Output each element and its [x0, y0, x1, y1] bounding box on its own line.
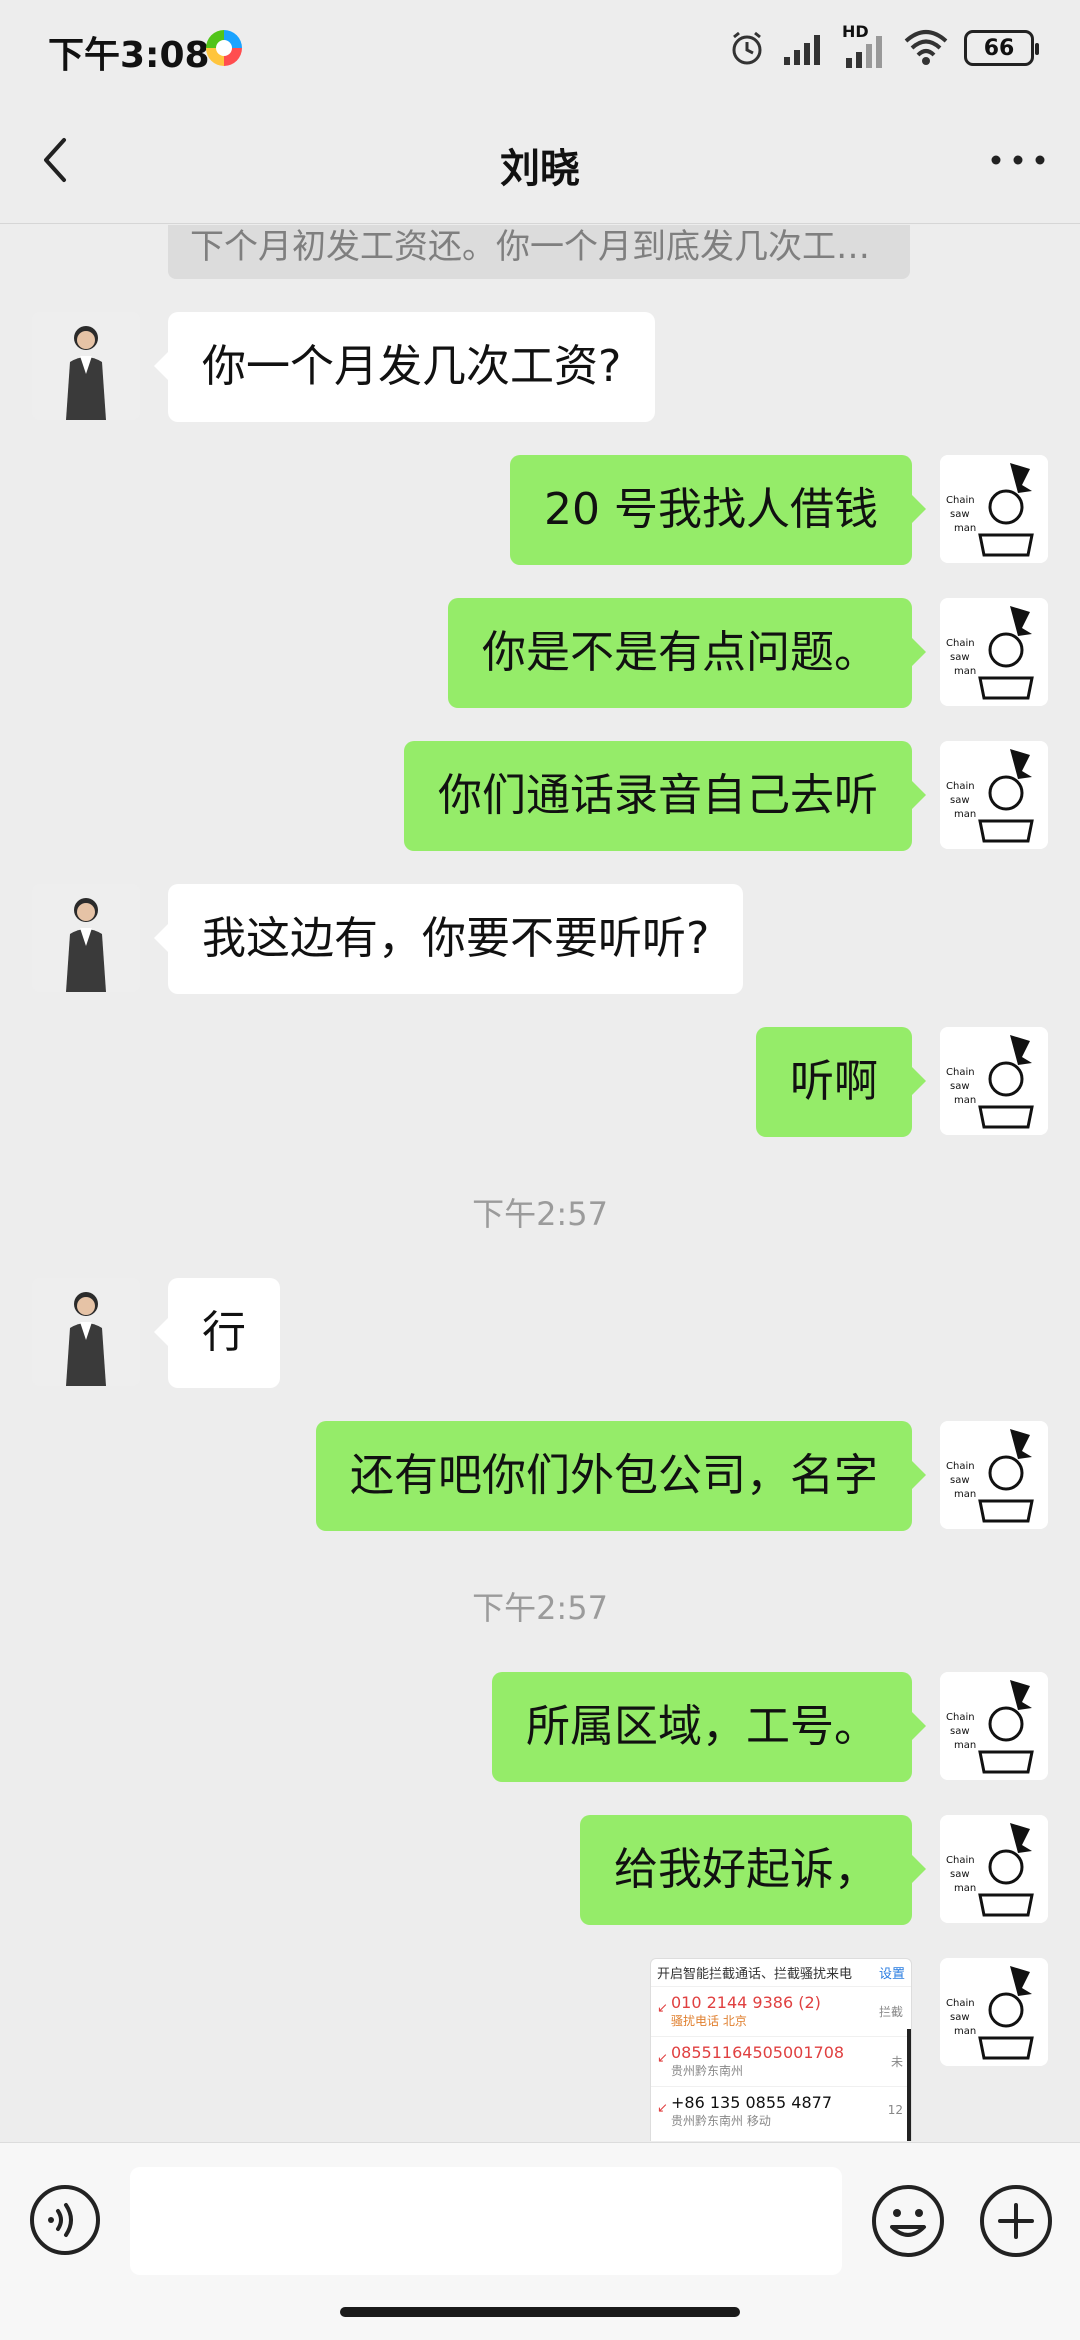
message-bubble[interactable]: 行: [154, 1278, 280, 1388]
call-number: +86 135 0855 4877: [671, 2093, 832, 2112]
svg-text:saw: saw: [950, 795, 970, 806]
signal-hd: HD: [842, 22, 888, 70]
svg-text:man: man: [954, 2026, 976, 2037]
contact-avatar[interactable]: [32, 312, 140, 420]
svg-text:man: man: [954, 666, 976, 677]
my-avatar[interactable]: Chain saw man: [940, 1421, 1048, 1529]
message-row: Chain saw man 所属区域，工号。: [0, 1672, 1080, 1782]
call-number: 010 2144 9386 (2): [671, 1993, 821, 2012]
my-avatar[interactable]: Chain saw man: [940, 455, 1048, 563]
call-location: 骚扰电话 北京: [671, 2014, 747, 2028]
battery-level: 66: [983, 35, 1015, 61]
chat-area[interactable]: 下个月初发工资还。你一个月到底发几次工资？ 你一个月发几次工资? Chain sa…: [0, 225, 1080, 2141]
message-input[interactable]: [130, 2167, 842, 2275]
image-message-row: Chain saw man 开启智能拦截通话、拦截骚扰来电 设置 ↙ 010 214…: [0, 1958, 1080, 2141]
missed-call-icon: ↙: [657, 2101, 668, 2116]
timestamp: 下午2:57: [472, 1589, 608, 1627]
svg-text:man: man: [954, 1095, 976, 1106]
svg-text:saw: saw: [950, 1475, 970, 1486]
svg-text:man: man: [954, 809, 976, 820]
message-row: Chain saw man 听啊: [0, 1027, 1080, 1137]
message-bubble[interactable]: 我这边有，你要不要听听?: [153, 884, 744, 994]
svg-text:saw: saw: [950, 1726, 970, 1737]
message-row: 我这边有，你要不要听听?: [0, 884, 1080, 994]
signal-icon: [784, 35, 820, 65]
call-log-row: ↙ 010 2144 9386 (2) 骚扰电话 北京 拦截: [651, 1986, 911, 2036]
svg-text:man: man: [954, 1740, 976, 1751]
contact-avatar[interactable]: [32, 1278, 140, 1386]
my-avatar[interactable]: Chain saw man: [940, 1027, 1048, 1135]
message-bubble[interactable]: 20 号我找人借钱: [510, 455, 926, 565]
quoted-message[interactable]: 下个月初发工资还。你一个月到底发几次工资？: [168, 225, 910, 279]
svg-text:Chain: Chain: [946, 1855, 975, 1866]
message-row: Chain saw man 给我好起诉，: [0, 1815, 1080, 1925]
svg-text:man: man: [954, 1883, 976, 1894]
status-bar: 下午3:08 HD 66: [0, 0, 1080, 96]
more-button[interactable]: [984, 130, 1052, 190]
svg-text:Chain: Chain: [946, 495, 975, 506]
my-avatar[interactable]: Chain saw man: [940, 1958, 1048, 2066]
my-avatar[interactable]: Chain saw man: [940, 1672, 1048, 1780]
message-row: Chain saw man 20 号我找人借钱: [0, 455, 1080, 565]
message-row: 你一个月发几次工资?: [0, 312, 1080, 422]
chat-title: 刘晓: [500, 146, 580, 192]
message-row: Chain saw man 你是不是有点问题。: [0, 598, 1080, 708]
message-bubble[interactable]: 你们通话录音自己去听: [404, 741, 926, 851]
battery-indicator: 66: [964, 30, 1039, 66]
screenshot-scrollbar: [907, 2029, 911, 2141]
plus-button[interactable]: [978, 2183, 1054, 2259]
contact-avatar[interactable]: [32, 884, 140, 992]
call-log-row: ↙ 08551164505001708 贵州黔东南州 未: [651, 2036, 911, 2086]
svg-text:Chain: Chain: [946, 638, 975, 649]
svg-text:man: man: [954, 1489, 976, 1500]
svg-text:saw: saw: [950, 2012, 970, 2023]
home-indicator[interactable]: [340, 2307, 740, 2317]
status-icons: HD 66: [728, 22, 1039, 72]
message-bubble[interactable]: 所属区域，工号。: [492, 1672, 926, 1782]
missed-call-icon: ↙: [657, 2051, 668, 2066]
message-bubble[interactable]: 你是不是有点问题。: [448, 598, 926, 708]
app-notification-icon: [206, 30, 242, 66]
timestamp: 下午2:57: [472, 1195, 608, 1233]
call-log-row: ↙ +86 135 0855 4877 贵州黔东南州 移动 12: [651, 2086, 911, 2136]
svg-text:Chain: Chain: [946, 1461, 975, 1472]
screenshot-header: 开启智能拦截通话、拦截骚扰来电 设置: [651, 1959, 911, 1986]
screenshot-image-message[interactable]: 开启智能拦截通话、拦截骚扰来电 设置 ↙ 010 2144 9386 (2) 骚…: [650, 1958, 912, 2141]
alarm-icon: [732, 31, 762, 65]
svg-text:Chain: Chain: [946, 1067, 975, 1078]
svg-text:saw: saw: [950, 1869, 970, 1880]
svg-text:Chain: Chain: [946, 781, 975, 792]
call-tag: 未: [890, 2055, 903, 2069]
svg-text:saw: saw: [950, 1081, 970, 1092]
missed-call-icon: ↙: [657, 2001, 668, 2016]
svg-text:Chain: Chain: [946, 1998, 975, 2009]
svg-text:saw: saw: [950, 509, 970, 520]
message-bubble[interactable]: 给我好起诉，: [580, 1815, 926, 1925]
voice-button[interactable]: [28, 2183, 102, 2257]
svg-text:saw: saw: [950, 652, 970, 663]
signal-2-icon: [846, 36, 882, 68]
emoji-button[interactable]: [870, 2183, 946, 2259]
message-row: Chain saw man 还有吧你们外包公司，名字: [0, 1421, 1080, 1531]
message-bubble[interactable]: 听啊: [756, 1027, 926, 1137]
screenshot-header-link: 设置: [878, 1967, 905, 1982]
call-tag: 拦截: [878, 2005, 903, 2019]
wifi-icon: [904, 30, 948, 65]
screenshot-header-text: 开启智能拦截通话、拦截骚扰来电: [657, 1967, 853, 1982]
my-avatar[interactable]: Chain saw man: [940, 1815, 1048, 1923]
svg-text:Chain: Chain: [946, 1712, 975, 1723]
status-time: 下午3:08: [48, 35, 210, 76]
message-bubble[interactable]: 你一个月发几次工资?: [153, 312, 656, 422]
message-row: Chain saw man 你们通话录音自己去听: [0, 741, 1080, 851]
svg-text:man: man: [954, 523, 976, 534]
my-avatar[interactable]: Chain saw man: [940, 741, 1048, 849]
call-tag: 12: [887, 2103, 903, 2117]
call-location: 贵州黔东南州 移动: [671, 2114, 771, 2128]
call-number: 08551164505001708: [671, 2043, 845, 2062]
message-bubble[interactable]: 还有吧你们外包公司，名字: [316, 1421, 926, 1531]
my-avatar[interactable]: Chain saw man: [940, 598, 1048, 706]
message-row: 行: [0, 1278, 1080, 1388]
chat-header: 刘晓: [0, 96, 1080, 224]
call-location: 贵州黔东南州: [671, 2064, 744, 2078]
